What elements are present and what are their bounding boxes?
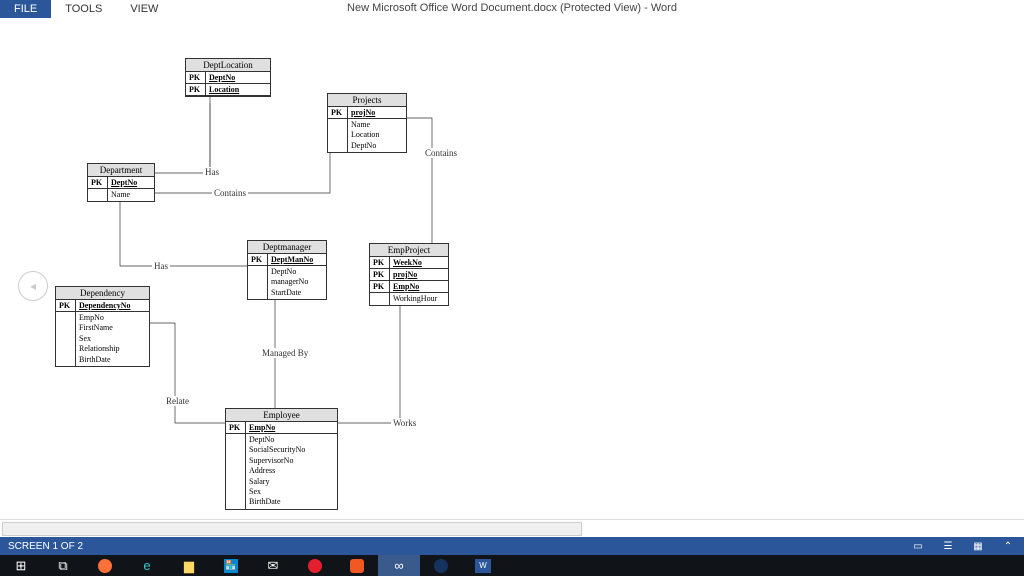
statusbar: SCREEN 1 OF 2 ▭ ☰ ▦ ⌃ bbox=[0, 537, 1024, 555]
er-diagram: DeptLocation PKDeptNo PKLocation Project… bbox=[0, 18, 1024, 519]
taskbar-mail[interactable]: ✉ bbox=[252, 555, 294, 576]
entity-title: Employee bbox=[226, 409, 337, 422]
rel-managedby: Managed By bbox=[260, 348, 310, 358]
taskbar-word[interactable]: W bbox=[462, 555, 504, 576]
entity-employee: Employee PKEmpNo DeptNoSocialSecurityNoS… bbox=[225, 408, 338, 510]
firefox-icon bbox=[98, 559, 112, 573]
taskbar-firefox[interactable] bbox=[84, 555, 126, 576]
read-mode-icon[interactable]: ▭ bbox=[910, 539, 926, 553]
entity-title: DeptLocation bbox=[186, 59, 270, 72]
app-icon bbox=[434, 559, 448, 573]
folder-icon: ▆ bbox=[184, 558, 194, 574]
brave-icon bbox=[350, 559, 364, 573]
tab-tools[interactable]: TOOLS bbox=[51, 0, 116, 18]
rel-has1: Has bbox=[203, 167, 221, 177]
rel-relate: Relate bbox=[164, 396, 191, 406]
entity-title: EmpProject bbox=[370, 244, 448, 257]
rel-has2: Has bbox=[152, 261, 170, 271]
taskbar-app1[interactable]: ∞ bbox=[378, 555, 420, 576]
entity-title: Dependency bbox=[56, 287, 149, 300]
taskbar-store[interactable]: 🏪 bbox=[210, 555, 252, 576]
rel-works: Works bbox=[391, 418, 418, 428]
document-area: DeptLocation PKDeptNo PKLocation Project… bbox=[0, 18, 1024, 519]
rel-contains2: Contains bbox=[423, 148, 459, 158]
rel-contains1: Contains bbox=[212, 188, 248, 198]
taskbar-edge[interactable]: e bbox=[126, 555, 168, 576]
taskbar-brave[interactable] bbox=[336, 555, 378, 576]
entity-department: Department PKDeptNo Name bbox=[87, 163, 155, 202]
tab-file[interactable]: FILE bbox=[0, 0, 51, 18]
entity-title: Deptmanager bbox=[248, 241, 326, 254]
taskbar: ⊞ ⧉ e ▆ 🏪 ✉ ∞ W bbox=[0, 555, 1024, 576]
entity-projects: Projects PKprojNo NameLocationDeptNo bbox=[327, 93, 407, 153]
web-layout-icon[interactable]: ▦ bbox=[970, 539, 986, 553]
entity-deptmanager: Deptmanager PKDeptManNo DeptNomanagerNoS… bbox=[247, 240, 327, 300]
ribbon: FILE TOOLS VIEW bbox=[0, 0, 1024, 18]
taskview-button[interactable]: ⧉ bbox=[42, 555, 84, 576]
tab-view[interactable]: VIEW bbox=[116, 0, 172, 18]
store-icon: 🏪 bbox=[224, 559, 238, 573]
horizontal-scrollbar[interactable] bbox=[0, 519, 1024, 537]
taskbar-app2[interactable] bbox=[420, 555, 462, 576]
entity-title: Department bbox=[88, 164, 154, 177]
print-layout-icon[interactable]: ☰ bbox=[940, 539, 956, 553]
app-icon: ∞ bbox=[394, 558, 403, 573]
mail-icon: ✉ bbox=[268, 558, 279, 574]
expand-icon[interactable]: ⌃ bbox=[1000, 539, 1016, 553]
word-icon: W bbox=[475, 559, 491, 573]
edge-icon: e bbox=[143, 558, 150, 573]
prev-page-button[interactable]: ◂ bbox=[18, 271, 48, 301]
entity-deptlocation: DeptLocation PKDeptNo PKLocation bbox=[185, 58, 271, 97]
chevron-left-icon: ◂ bbox=[30, 279, 36, 293]
taskbar-explorer[interactable]: ▆ bbox=[168, 555, 210, 576]
opera-icon bbox=[308, 559, 322, 573]
entity-empproject: EmpProject PKWeekNo PKprojNo PKEmpNo Wor… bbox=[369, 243, 449, 306]
start-button[interactable]: ⊞ bbox=[0, 555, 42, 576]
taskbar-opera[interactable] bbox=[294, 555, 336, 576]
entity-title: Projects bbox=[328, 94, 406, 107]
screen-indicator: SCREEN 1 OF 2 bbox=[8, 541, 83, 552]
entity-dependency: Dependency PKDependencyNo EmpNoFirstName… bbox=[55, 286, 150, 367]
scrollbar-thumb[interactable] bbox=[2, 522, 582, 536]
